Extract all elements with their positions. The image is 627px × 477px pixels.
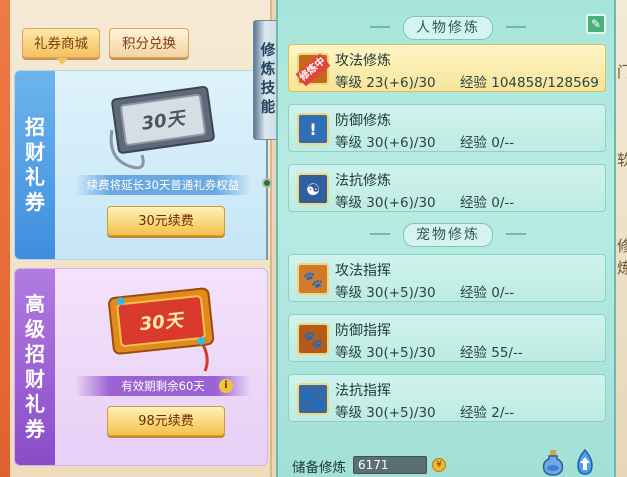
level-label: 等级 xyxy=(335,195,362,211)
info-icon[interactable]: i xyxy=(219,379,233,393)
band-char: 高 xyxy=(25,292,45,316)
band-char: 招 xyxy=(25,342,45,366)
exp-label: 经验 xyxy=(459,75,487,91)
edit-icon[interactable]: ✎ xyxy=(586,14,606,34)
skill-stats: 等级 30(+5)/30 经验 2/-- xyxy=(335,401,514,421)
reserve-value: 6171 xyxy=(353,456,427,474)
exp-value: 55/-- xyxy=(491,345,523,361)
skill-row-pet-magic-resist[interactable]: 🐾 法抗指挥 等级 30(+5)/30 经验 2/-- xyxy=(288,374,606,422)
edge-char: 软 xyxy=(617,151,627,169)
band-char: 级 xyxy=(25,317,45,341)
band-char: 礼 xyxy=(25,165,45,189)
pet-cultivation-header: 宠物修炼 xyxy=(370,223,526,247)
gold-coupon-icon: 30天 xyxy=(108,287,215,372)
normal-coupon-band: 招 财 礼 券 xyxy=(15,71,55,259)
skill-stats: 等级 30(+6)/30 经验 0/-- xyxy=(335,191,514,211)
tab-points-exchange[interactable]: 积分兑换 xyxy=(109,28,189,58)
band-char: 券 xyxy=(25,190,45,214)
paw-attack-icon: 🐾 xyxy=(297,263,329,295)
tab-rope-decoration xyxy=(266,140,268,260)
renew-30-button[interactable]: 30元续费 xyxy=(107,206,225,236)
skill-name: 攻法修炼 xyxy=(335,53,391,69)
exp-label: 经验 xyxy=(459,135,487,151)
band-char: 财 xyxy=(25,140,45,164)
left-edge-decoration xyxy=(0,0,10,477)
potion-icon[interactable] xyxy=(540,448,566,476)
skill-stats: 等级 23(+6)/30 经验 104858/128569 xyxy=(335,71,599,91)
edge-char: 门 xyxy=(617,63,627,81)
level-value: 30(+5)/30 xyxy=(366,285,436,301)
skill-row-attack[interactable]: ⚔ 修炼中 攻法修炼 等级 23(+6)/30 经验 104858/128569 xyxy=(288,44,606,92)
attack-skill-icon: ⚔ 修炼中 xyxy=(295,53,331,87)
character-cultivation-header: 人物修炼 xyxy=(370,16,526,40)
vtab-char: 炼 xyxy=(260,62,276,78)
skill-name: 攻法指挥 xyxy=(335,263,391,279)
vtab-char: 技 xyxy=(260,81,276,97)
tab-knot-decoration xyxy=(262,178,272,188)
renew-98-button[interactable]: 98元续费 xyxy=(107,406,225,436)
defense-skill-icon: ! xyxy=(297,113,329,145)
upgrade-flame-icon[interactable] xyxy=(572,448,598,476)
level-label: 等级 xyxy=(335,405,362,421)
skill-stats: 等级 30(+6)/30 经验 0/-- xyxy=(335,131,514,151)
level-value: 23(+6)/30 xyxy=(366,75,436,91)
section-title: 人物修炼 xyxy=(403,16,493,40)
level-value: 30(+6)/30 xyxy=(366,135,436,151)
section-title: 宠物修炼 xyxy=(403,223,493,247)
coupon-desc-text: 有效期剩余60天 xyxy=(121,379,205,393)
skill-name: 法抗修炼 xyxy=(335,173,391,189)
vtab-char: 能 xyxy=(260,100,276,116)
edge-char: 炼 xyxy=(617,259,627,277)
band-char: 券 xyxy=(25,417,45,441)
level-label: 等级 xyxy=(335,345,362,361)
paw-defense-icon: 🐾 xyxy=(297,323,329,355)
normal-coupon-card: 招 财 礼 券 30天 续费将延长30天普通礼券权益 30元续费 xyxy=(14,70,268,260)
exp-label: 经验 xyxy=(459,405,487,421)
training-badge: 修炼中 xyxy=(295,53,331,87)
level-label: 等级 xyxy=(335,75,362,91)
exp-label: 经验 xyxy=(459,285,487,301)
tab-coupon-shop[interactable]: 礼券商城 xyxy=(22,28,100,65)
normal-coupon-desc: 续费将延长30天普通礼券权益 xyxy=(75,175,251,195)
level-value: 30(+5)/30 xyxy=(366,345,436,361)
exp-label: 经验 xyxy=(459,195,487,211)
exp-value: 0/-- xyxy=(491,195,515,211)
exp-value: 2/-- xyxy=(491,405,515,421)
premium-coupon-card: 高 级 招 财 礼 券 30天 有效期剩余60天 i 98元续费 xyxy=(14,268,268,466)
coin-icon: ¥ xyxy=(432,458,446,472)
skill-name: 防御指挥 xyxy=(335,323,391,339)
premium-coupon-desc: 有效期剩余60天 i xyxy=(75,376,251,396)
level-value: 30(+6)/30 xyxy=(366,195,436,211)
reserve-label: 储备修炼 xyxy=(292,460,346,476)
skill-row-defense[interactable]: ! 防御修炼 等级 30(+6)/30 经验 0/-- xyxy=(288,104,606,152)
exp-label: 经验 xyxy=(459,345,487,361)
skill-stats: 等级 30(+5)/30 经验 55/-- xyxy=(335,341,523,361)
silver-coupon-icon: 30天 xyxy=(109,85,215,170)
skill-name: 防御修炼 xyxy=(335,113,391,129)
level-label: 等级 xyxy=(335,285,362,301)
exp-value: 0/-- xyxy=(491,285,515,301)
edge-char: 修 xyxy=(617,237,627,255)
premium-coupon-band: 高 级 招 财 礼 券 xyxy=(15,269,55,465)
skill-row-pet-attack[interactable]: 🐾 攻法指挥 等级 30(+5)/30 经验 0/-- xyxy=(288,254,606,302)
band-char: 招 xyxy=(25,115,45,139)
cultivation-panel: 人物修炼 ✎ ⚔ 修炼中 攻法修炼 等级 23(+6)/30 经验 104858… xyxy=(276,0,616,477)
vtab-char: 修 xyxy=(260,43,276,59)
skill-row-pet-defense[interactable]: 🐾 防御指挥 等级 30(+5)/30 经验 55/-- xyxy=(288,314,606,362)
yin-yang-skill-icon: ☯ xyxy=(297,173,329,205)
band-char: 财 xyxy=(25,367,45,391)
coupon-shop-panel: 礼券商城 积分兑换 招 财 礼 券 30天 续费将延长30天普通礼券权益 30元… xyxy=(0,0,272,477)
paw-resist-icon: 🐾 xyxy=(297,383,329,415)
band-char: 礼 xyxy=(25,392,45,416)
coupon-desc-text: 续费将延长30天普通礼券权益 xyxy=(86,178,240,192)
adjacent-panel-edge: 门 软 修 炼 xyxy=(616,0,627,477)
level-label: 等级 xyxy=(335,135,362,151)
exp-value: 0/-- xyxy=(491,135,515,151)
level-value: 30(+5)/30 xyxy=(366,405,436,421)
skill-name: 法抗指挥 xyxy=(335,383,391,399)
skill-row-magic-resist[interactable]: ☯ 法抗修炼 等级 30(+6)/30 经验 0/-- xyxy=(288,164,606,212)
exp-value: 104858/128569 xyxy=(491,75,599,91)
skill-stats: 等级 30(+5)/30 经验 0/-- xyxy=(335,281,514,301)
